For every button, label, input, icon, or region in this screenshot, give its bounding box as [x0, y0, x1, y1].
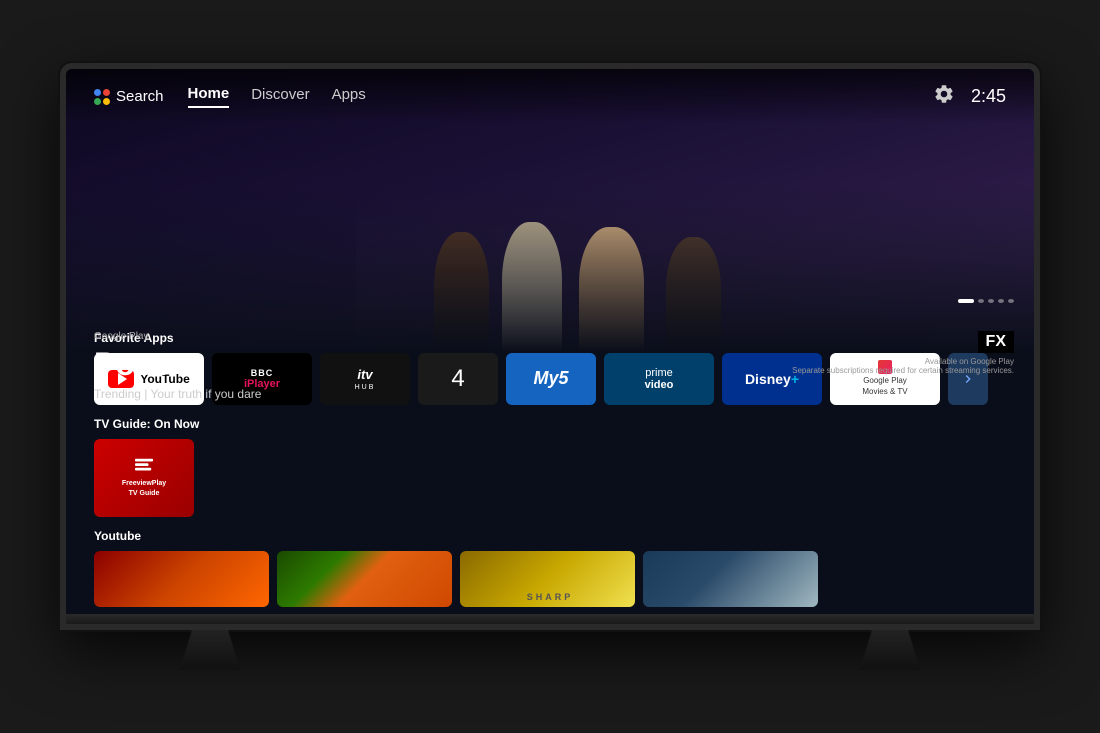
tv-leg-left	[180, 630, 240, 670]
app-itv[interactable]: itv HUB	[320, 353, 410, 405]
tv-bezel: Search Home Discover Apps 2:45	[60, 63, 1040, 630]
fx-note: Separate subscriptions required for cert…	[792, 366, 1014, 375]
search-button[interactable]: Search	[94, 88, 164, 105]
freeview-tile[interactable]: FreeviewPlayTV Guide	[94, 439, 194, 517]
nav-discover[interactable]: Discover	[251, 86, 309, 107]
nav-right: 2:45	[933, 83, 1006, 110]
tvguide-row: FreeviewPlayTV Guide BBC one	[94, 439, 1006, 517]
tv-screen: Search Home Discover Apps 2:45	[66, 69, 1034, 614]
hero-title: Pose	[94, 346, 261, 383]
ch4-label: 4	[451, 365, 464, 393]
search-label: Search	[116, 88, 164, 105]
yt-thumb-2[interactable]	[277, 551, 452, 607]
freeview-label: FreeviewPlayTV Guide	[122, 479, 166, 499]
nav-items: Home Discover Apps	[188, 85, 366, 108]
clock-display: 2:45	[971, 86, 1006, 107]
fx-badge: FX Available on Google Play Separate sub…	[792, 331, 1014, 391]
tv-leg-right	[860, 630, 920, 670]
hub-label: HUB	[355, 384, 376, 391]
hero-dots	[958, 299, 1014, 303]
top-nav: Search Home Discover Apps 2:45	[66, 69, 1034, 124]
fx-available: Available on Google Play	[792, 357, 1014, 366]
prime-label: primevideo	[645, 367, 674, 391]
app-my5[interactable]: My5	[506, 353, 596, 405]
hero-provider: Google Play	[94, 331, 261, 342]
nav-apps[interactable]: Apps	[332, 86, 366, 107]
my5-label: My5	[533, 368, 568, 389]
app-ch4[interactable]: 4	[418, 353, 498, 405]
app-prime-video[interactable]: primevideo	[604, 353, 714, 405]
tv-outer: Search Home Discover Apps 2:45	[60, 63, 1040, 670]
youtube-section-title: Youtube	[94, 529, 1006, 543]
tv-legs	[60, 630, 1040, 670]
tv-brand-label: SHARP	[527, 592, 574, 602]
google-icon	[94, 89, 110, 105]
hero-subtitle: Trending | Your truth if you dare	[94, 387, 261, 401]
tv-guide-section: TV Guide: On Now FreeviewPlayTV Guide	[94, 417, 1006, 517]
settings-icon[interactable]	[933, 83, 955, 110]
nav-home[interactable]: Home	[188, 85, 230, 108]
hero-content: Google Play Pose Trending | Your truth i…	[94, 331, 261, 421]
tv-stand-bar	[66, 614, 1034, 624]
yt-thumb-4[interactable]	[643, 551, 818, 607]
disney-label: Disney+	[745, 371, 799, 387]
yt-thumb-1[interactable]	[94, 551, 269, 607]
itv-label: itv	[357, 367, 372, 382]
